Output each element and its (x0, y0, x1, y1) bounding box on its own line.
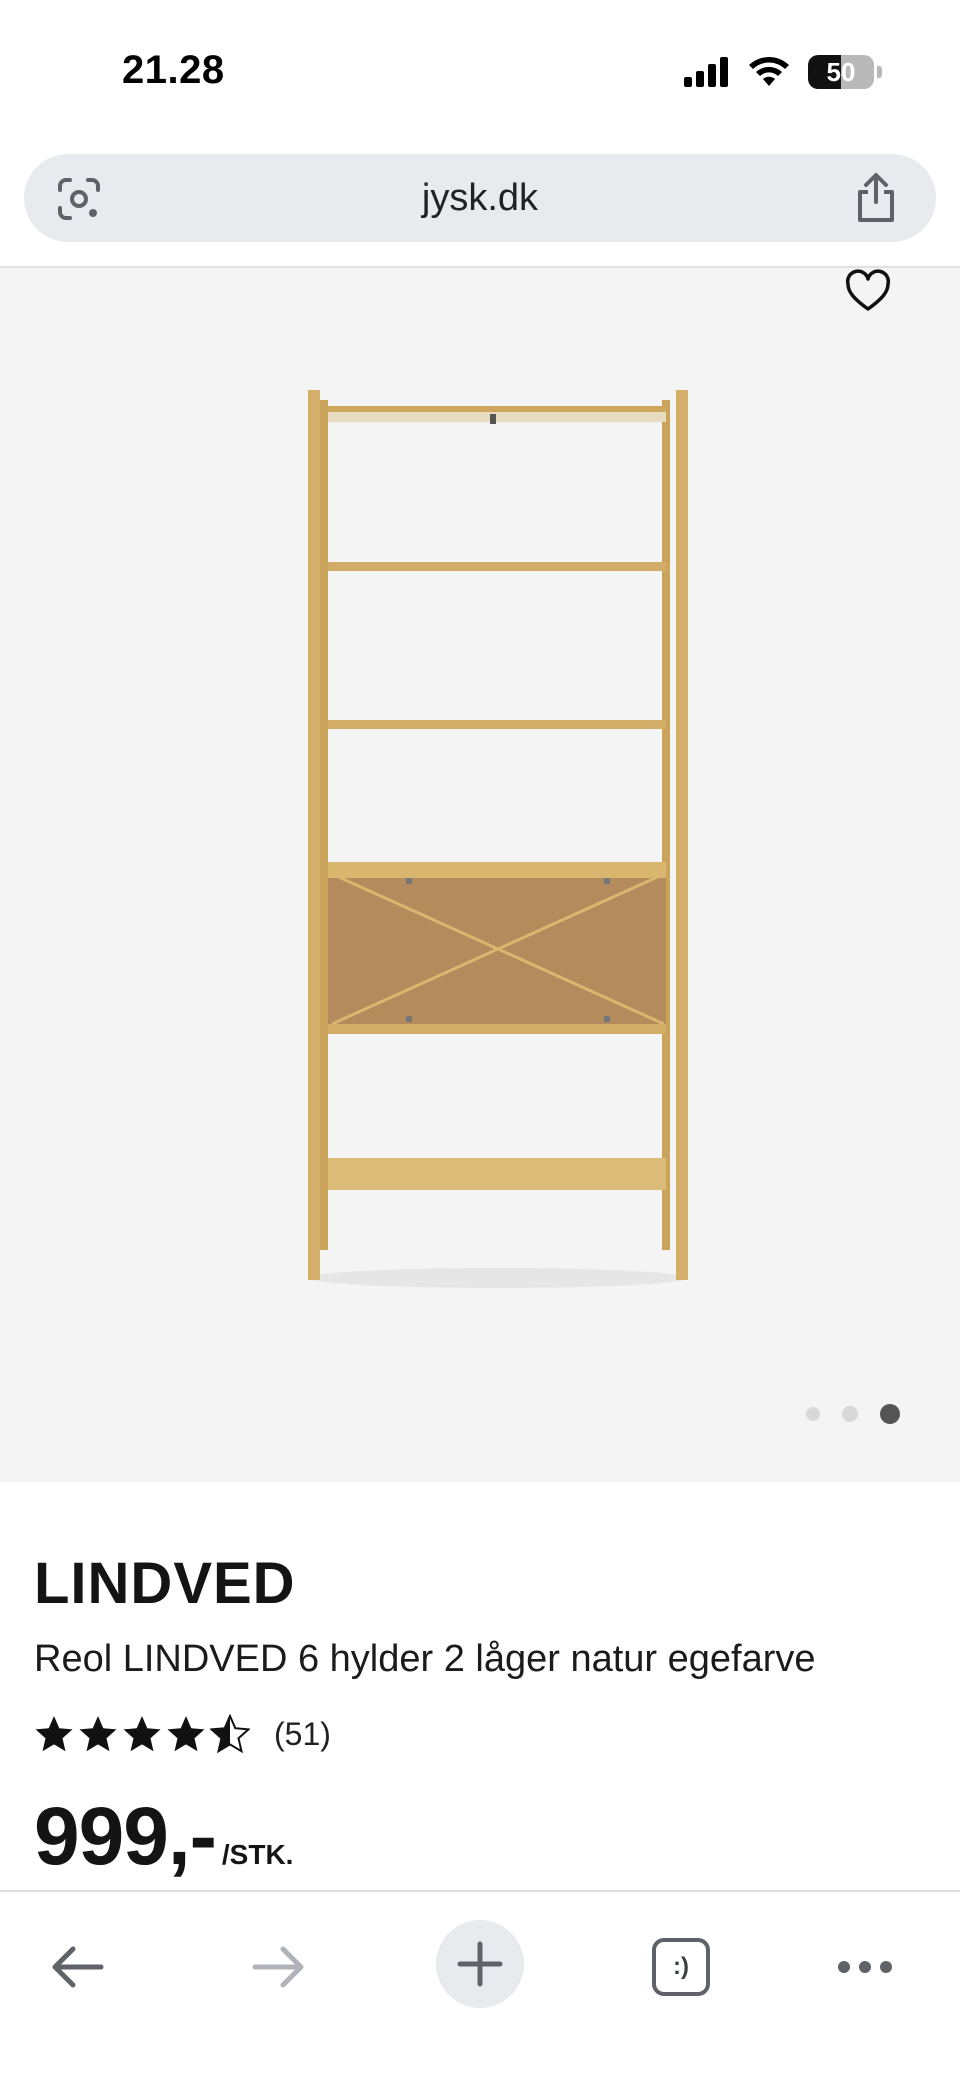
star-full-icon (79, 1716, 117, 1752)
back-button[interactable] (42, 1932, 112, 2002)
product-price: 999,- (34, 1791, 217, 1882)
product-image (308, 390, 688, 1288)
tabs-icon: :) (652, 1938, 710, 1996)
forward-icon (252, 1946, 304, 1988)
status-bar: 21.28 50 (0, 0, 960, 140)
cellular-signal-icon (684, 57, 728, 87)
carousel-dot[interactable] (842, 1406, 858, 1422)
star-full-icon (123, 1716, 161, 1752)
tabs-button[interactable]: :) (646, 1932, 716, 2002)
star-full-icon (167, 1716, 205, 1752)
carousel-dot-active[interactable] (880, 1404, 900, 1424)
more-icon (838, 1961, 892, 1973)
forward-button[interactable] (244, 1932, 314, 2002)
battery-tip (877, 66, 882, 78)
plus-icon (457, 1941, 503, 1987)
heart-icon[interactable] (844, 268, 892, 316)
new-tab-button[interactable] (436, 1920, 524, 2008)
more-button[interactable] (830, 1932, 900, 2002)
product-rating[interactable]: (51) (34, 1714, 331, 1754)
status-icons: 50 (684, 52, 882, 92)
product-title: Reol LINDVED 6 hylder 2 låger natur egef… (34, 1638, 816, 1680)
carousel-dot[interactable] (806, 1407, 820, 1421)
battery-icon: 50 (808, 55, 874, 89)
browser-toolbar: :) (0, 1890, 960, 2081)
wifi-icon (749, 57, 789, 86)
carousel-dots[interactable] (806, 1404, 900, 1424)
battery-percent: 50 (826, 56, 856, 87)
share-icon[interactable] (852, 172, 900, 224)
star-half-icon (210, 1714, 250, 1754)
star-full-icon (35, 1716, 73, 1752)
status-time: 21.28 (122, 48, 225, 92)
price-unit: /STK. (221, 1839, 294, 1870)
url-text[interactable]: jysk.dk (24, 154, 936, 242)
product-brand: LINDVED (34, 1551, 296, 1616)
address-bar[interactable]: jysk.dk (24, 154, 936, 242)
price-row: 999,- /STK. (34, 1790, 293, 1884)
back-icon (52, 1946, 104, 1988)
product-image-carousel[interactable] (0, 268, 960, 1482)
review-count[interactable]: (51) (274, 1716, 331, 1753)
